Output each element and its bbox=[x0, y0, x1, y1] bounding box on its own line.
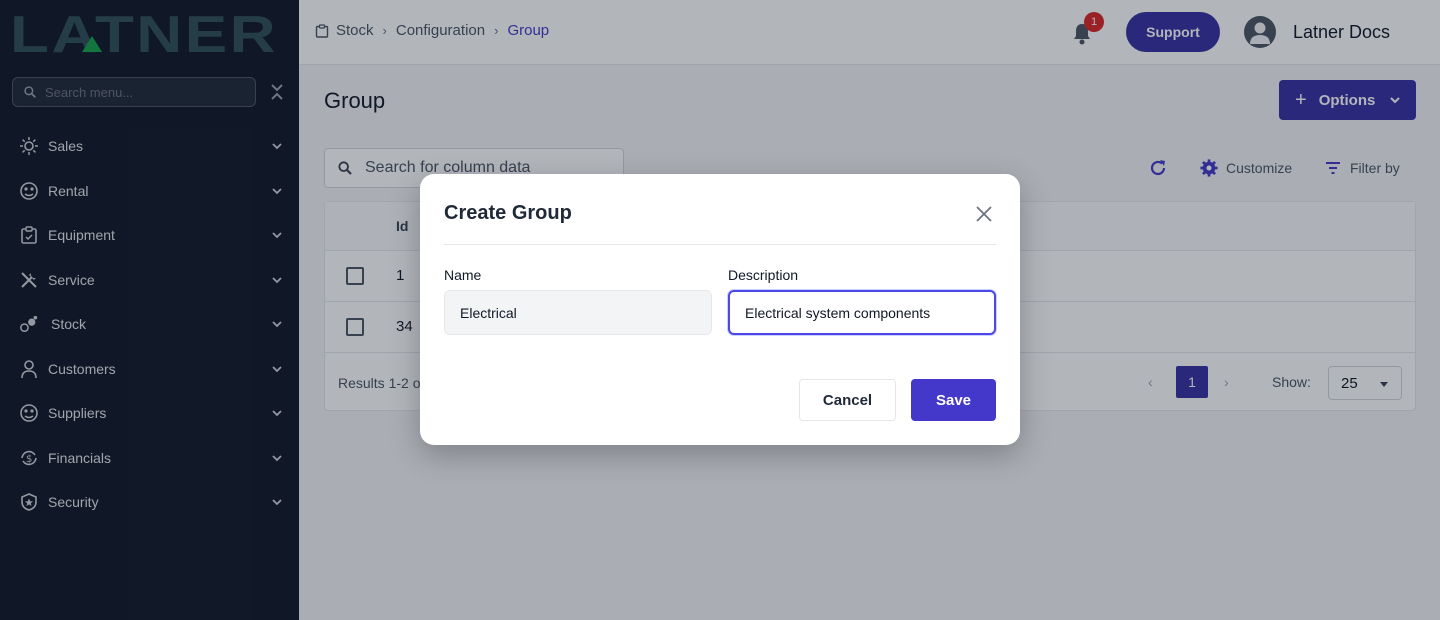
modal-divider bbox=[444, 244, 996, 245]
cancel-button[interactable]: Cancel bbox=[799, 379, 896, 421]
close-icon[interactable] bbox=[974, 204, 994, 224]
modal-title: Create Group bbox=[444, 202, 572, 224]
save-button[interactable]: Save bbox=[911, 379, 996, 421]
name-field[interactable] bbox=[444, 290, 712, 335]
create-group-modal: Create Group Name Description Cancel Sav… bbox=[420, 174, 1020, 445]
name-label: Name bbox=[444, 267, 482, 283]
description-field[interactable] bbox=[728, 290, 996, 335]
description-label: Description bbox=[728, 267, 799, 283]
